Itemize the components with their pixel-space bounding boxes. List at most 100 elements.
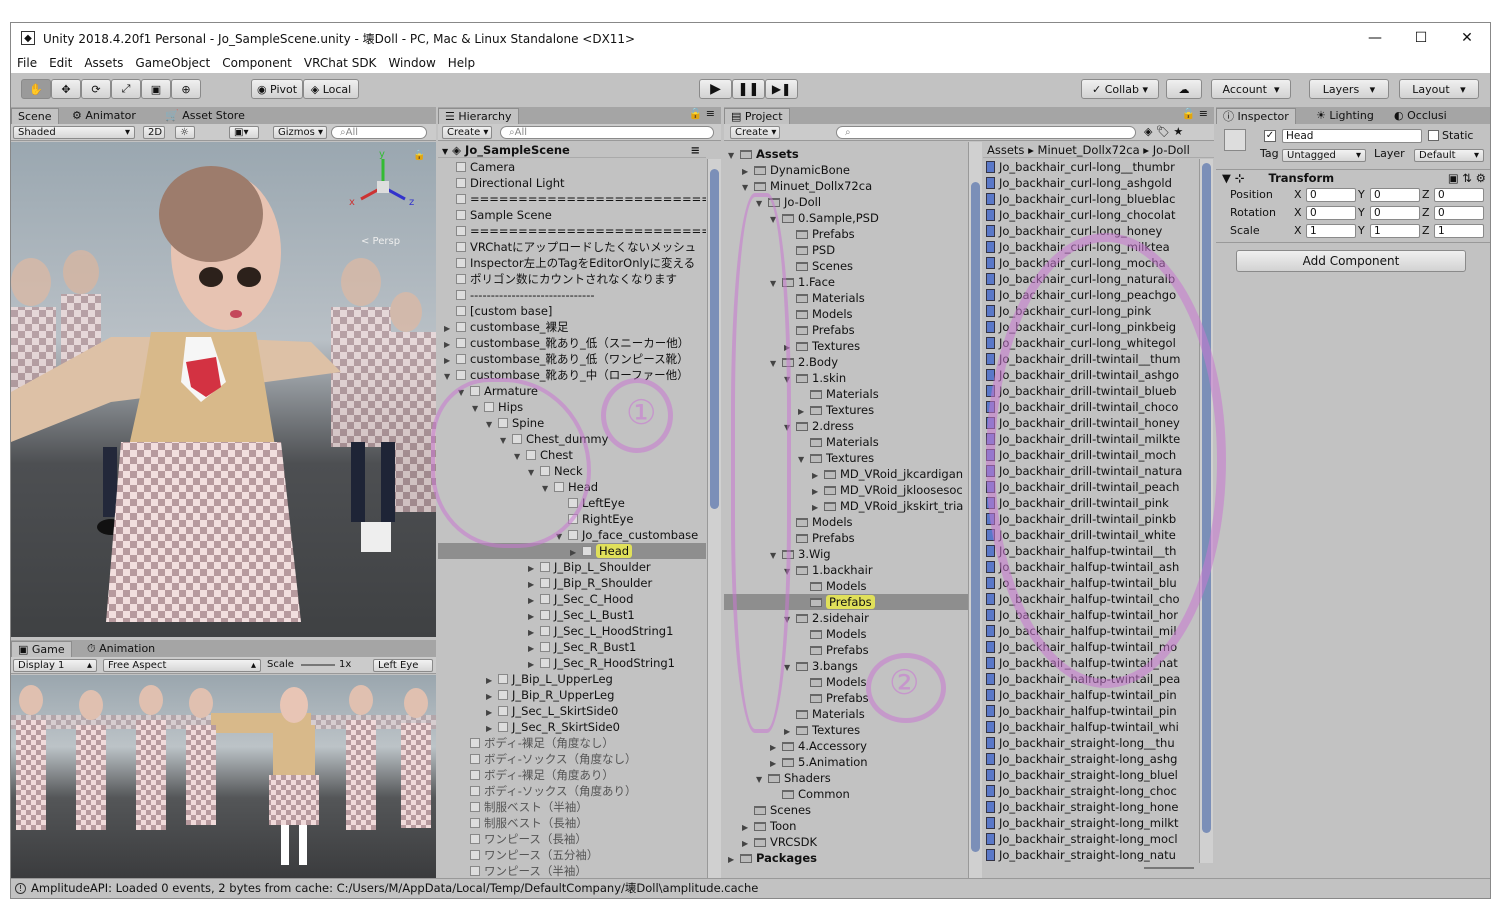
transform-header[interactable]: ▼ ⊹ Transform ▣ ⇅ ⚙	[1216, 169, 1490, 186]
breadcrumb-assets[interactable]: Assets	[987, 143, 1024, 157]
effects-icon[interactable]: ▣▾	[229, 126, 259, 139]
transform-y-field[interactable]: 1	[1370, 224, 1420, 238]
hierarchy-row[interactable]: ワンピース（半袖）	[438, 863, 706, 879]
project-folder-row[interactable]: ▶ Toon	[724, 818, 968, 834]
project-file-row[interactable]: Jo_backhair_straight-long_choc	[986, 783, 1198, 799]
shading-mode-dropdown[interactable]: Shaded ▾	[13, 126, 135, 139]
hierarchy-row[interactable]: ボディ-裸足（角度なし）	[438, 735, 706, 751]
project-file-row[interactable]: Jo_backhair_straight-long_natu	[986, 847, 1198, 863]
hierarchy-scrollbar[interactable]	[707, 159, 721, 880]
axis-label[interactable]: X	[1294, 205, 1302, 221]
axis-label[interactable]: Z	[1422, 205, 1430, 221]
layer-dropdown[interactable]: Default ▾	[1414, 149, 1484, 162]
project-folder-row[interactable]: ▼ Assets	[724, 146, 968, 162]
project-folder-row[interactable]: ▶ DynamicBone	[724, 162, 968, 178]
menu-help[interactable]: Help	[442, 56, 481, 70]
project-file-row[interactable]: Jo_backhair_curl-long_chocolat	[986, 207, 1198, 223]
layout-dropdown[interactable]: Layout ▾	[1399, 79, 1479, 99]
hierarchy-row[interactable]: ▶ Head	[438, 543, 706, 559]
tab-project[interactable]: ▤ Project	[724, 108, 790, 124]
hierarchy-row[interactable]: ▶ custombase_靴あり_低（ワンピース靴）	[438, 351, 706, 367]
project-file-row[interactable]: Jo_backhair_straight-long_milkt	[986, 815, 1198, 831]
axis-label[interactable]: X	[1294, 187, 1302, 203]
expand-arrow-icon[interactable]: ▶	[728, 852, 740, 868]
hierarchy-row[interactable]: ▶ J_Bip_L_UpperLeg	[438, 671, 706, 687]
hierarchy-row[interactable]: ▶ J_Bip_R_UpperLeg	[438, 687, 706, 703]
pause-button[interactable]: ❚❚	[732, 79, 765, 99]
scene-search-input[interactable]: ⌕All	[331, 126, 427, 139]
tab-scene[interactable]: Scene	[11, 108, 59, 124]
hierarchy-create-dropdown[interactable]: Create ▾	[442, 126, 492, 139]
collab-dropdown[interactable]: ✓ Collab ▾	[1081, 79, 1159, 99]
hierarchy-row[interactable]: ▶ J_Bip_R_Shoulder	[438, 575, 706, 591]
menu-vrchat-sdk[interactable]: VRChat SDK	[298, 56, 383, 70]
hierarchy-row[interactable]: ▶ custombase_裸足	[438, 319, 706, 335]
hierarchy-row[interactable]: Camera	[438, 159, 706, 175]
tab-animator[interactable]: ⚙ Animator	[66, 108, 142, 124]
aspect-dropdown[interactable]: Free Aspect ▴	[103, 659, 261, 672]
hierarchy-row[interactable]: ------------------------------	[438, 287, 706, 303]
project-file-row[interactable]: Jo_backhair_straight-long_hone	[986, 799, 1198, 815]
project-folder-row[interactable]: ▶ VRCSDK	[724, 834, 968, 850]
tab-inspector[interactable]: ⓘ Inspector	[1216, 108, 1296, 124]
rotate-tool-icon[interactable]: ⟳	[81, 79, 111, 99]
axis-label[interactable]: Y	[1358, 223, 1365, 239]
cloud-icon[interactable]: ☁	[1166, 79, 1202, 99]
project-file-row[interactable]: Jo_backhair_halfup-twintail_whi	[986, 719, 1198, 735]
transform-tool-icon[interactable]: ⊕	[171, 79, 201, 99]
2d-toggle[interactable]: 2D	[143, 126, 165, 139]
menu-window[interactable]: Window	[382, 56, 441, 70]
project-file-row[interactable]: Jo_backhair_straight-long_ashg	[986, 751, 1198, 767]
pivot-toggle[interactable]: ◉ Pivot	[251, 79, 303, 99]
hierarchy-row[interactable]: ボディ-ソックス（角度あり）	[438, 783, 706, 799]
axis-label[interactable]: Z	[1422, 187, 1430, 203]
maximize-button[interactable]: ☐	[1398, 23, 1444, 53]
play-button[interactable]: ▶	[699, 79, 732, 99]
hierarchy-row[interactable]: ▶ J_Sec_L_SkirtSide0	[438, 703, 706, 719]
tab-game[interactable]: ▣ Game	[11, 641, 72, 657]
project-create-dropdown[interactable]: Create ▾	[730, 126, 780, 139]
menu-component[interactable]: Component	[216, 56, 298, 70]
transform-x-field[interactable]: 0	[1306, 188, 1356, 202]
menu-file[interactable]: File	[11, 56, 43, 70]
static-checkbox[interactable]	[1428, 130, 1439, 141]
hierarchy-row[interactable]: ▶ J_Bip_L_Shoulder	[438, 559, 706, 575]
project-file-row[interactable]: Jo_backhair_halfup-twintail_pin	[986, 687, 1198, 703]
scale-slider[interactable]	[301, 664, 335, 666]
close-button[interactable]: ✕	[1444, 23, 1490, 53]
light-toggle-icon[interactable]: ☼	[175, 126, 195, 139]
hierarchy-row[interactable]: ▶ custombase_靴あり_低（スニーカー他）	[438, 335, 706, 351]
rect-tool-icon[interactable]: ▣	[141, 79, 171, 99]
hierarchy-row[interactable]: ▶ J_Sec_C_Hood	[438, 591, 706, 607]
project-file-row[interactable]: Jo_backhair_straight-long__thu	[986, 735, 1198, 751]
axis-label[interactable]: Y	[1358, 205, 1365, 221]
eye-dropdown[interactable]: Left Eye	[373, 659, 433, 672]
breadcrumb-folder[interactable]: Minuet_Dollx72ca	[1038, 143, 1140, 157]
project-search-input[interactable]: ⌕	[836, 126, 1136, 139]
hierarchy-row[interactable]: 制服ベスト（長袖）	[438, 815, 706, 831]
transform-y-field[interactable]: 0	[1370, 188, 1420, 202]
tag-dropdown[interactable]: Untagged ▾	[1282, 149, 1366, 162]
axis-label[interactable]: Z	[1422, 223, 1430, 239]
active-checkbox[interactable]: ✓	[1264, 130, 1276, 142]
hierarchy-row[interactable]: ==============================	[438, 223, 706, 239]
project-folder-row[interactable]: Scenes	[724, 802, 968, 818]
hierarchy-row[interactable]: Sample Scene	[438, 207, 706, 223]
project-lock-icon[interactable]: 🔒 ≡	[1182, 107, 1208, 120]
menu-edit[interactable]: Edit	[43, 56, 78, 70]
hierarchy-row[interactable]: ▶ J_Sec_R_SkirtSide0	[438, 719, 706, 735]
hierarchy-search-input[interactable]: ⌕All	[500, 126, 714, 139]
lock-icon[interactable]: 🔒	[413, 150, 425, 161]
hierarchy-row[interactable]: [custom base]	[438, 303, 706, 319]
hierarchy-row[interactable]: 制服ベスト（半袖）	[438, 799, 706, 815]
hierarchy-row[interactable]: Inspector左上のTagをEditorOnlyに変える	[438, 255, 706, 271]
transform-settings-icon[interactable]: ▣ ⇅ ⚙	[1448, 170, 1486, 186]
game-viewport[interactable]	[11, 675, 436, 880]
project-folder-row[interactable]: ▶ 4.Accessory	[724, 738, 968, 754]
tab-lighting[interactable]: ☀ Lighting	[1310, 108, 1380, 124]
hierarchy-row[interactable]: ==============================	[438, 191, 706, 207]
project-folder-row[interactable]: Common	[724, 786, 968, 802]
transform-z-field[interactable]: 0	[1434, 188, 1484, 202]
hierarchy-row[interactable]: ▶ J_Sec_L_HoodString1	[438, 623, 706, 639]
transform-z-field[interactable]: 1	[1434, 224, 1484, 238]
